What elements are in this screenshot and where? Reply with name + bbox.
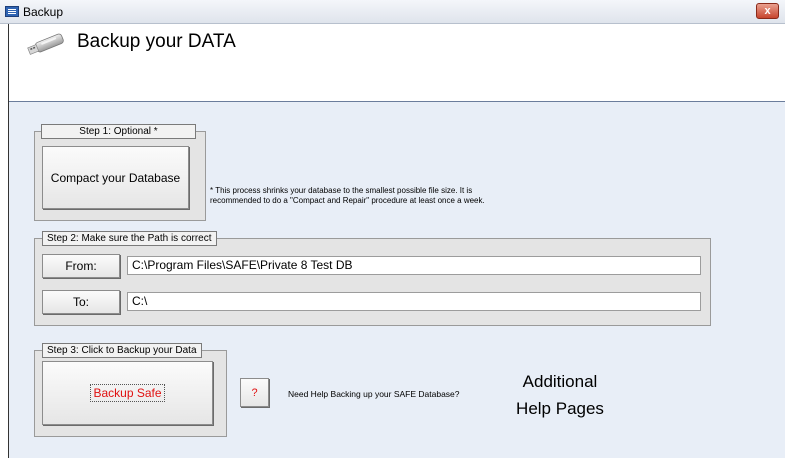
from-button[interactable]: From: [42,254,120,278]
step3-label: Step 3: Click to Backup your Data [42,343,202,358]
from-path-field[interactable]: C:\Program Files\SAFE\Private 8 Test DB [127,256,701,275]
close-button[interactable]: x [756,3,779,19]
to-button[interactable]: To: [42,290,120,314]
usb-drive-icon [27,33,64,55]
step1-label: Step 1: Optional * [41,124,196,139]
step2-label: Step 2: Make sure the Path is correct [42,231,217,246]
step1-note-line2: recommended to do a "Compact and Repair"… [210,196,485,205]
form-window-icon [5,6,19,17]
backup-safe-label: Backup Safe [90,384,165,402]
to-path-field[interactable]: C:\ [127,292,701,311]
title-bar: Backup x [0,0,785,24]
step1-note-line1: * This process shrinks your database to … [210,186,473,195]
step2-group [34,238,711,326]
help-button[interactable]: ? [240,378,269,407]
compact-database-button[interactable]: Compact your Database [42,146,189,209]
backup-safe-button[interactable]: Backup Safe [42,361,213,425]
window-title: Backup [23,5,64,19]
additional-help-line1[interactable]: Additional [505,370,615,394]
page-title: Backup your DATA [77,31,236,52]
additional-help-line2[interactable]: Help Pages [505,397,615,421]
help-text: Need Help Backing up your SAFE Database? [288,389,460,399]
